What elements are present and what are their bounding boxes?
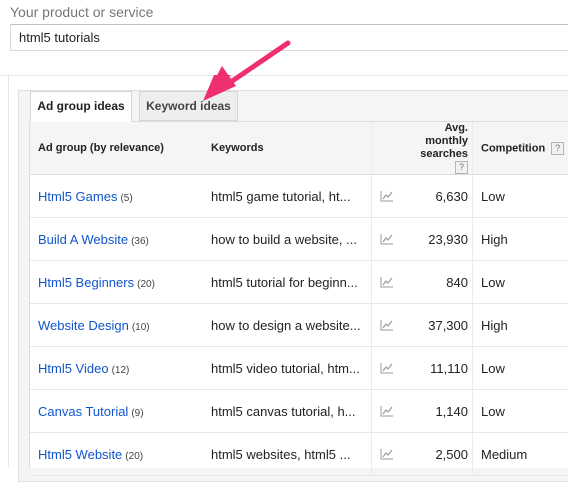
cell-trend[interactable] xyxy=(372,390,403,433)
cell-trend[interactable] xyxy=(372,347,403,390)
cell-avg-searches: 1,140 xyxy=(402,390,473,433)
help-icon[interactable]: ? xyxy=(551,142,564,155)
product-field-label: Your product or service xyxy=(10,4,153,20)
cell-trend[interactable] xyxy=(372,175,403,218)
cell-avg-searches: 2,500 xyxy=(402,433,473,476)
cell-keywords[interactable]: html5 websites, html5 ... xyxy=(203,433,372,476)
cell-avg-searches: 11,110 xyxy=(402,347,473,390)
keyword-count: (12) xyxy=(112,365,130,376)
cell-competition: High xyxy=(473,218,568,261)
cell-keywords[interactable]: html5 game tutorial, ht... xyxy=(203,175,372,218)
cell-avg-searches: 6,630 xyxy=(402,175,473,218)
cell-trend[interactable] xyxy=(372,433,403,476)
header-ad-group[interactable]: Ad group (by relevance) xyxy=(30,122,203,175)
header-ad-group-label: Ad group (by relevance) xyxy=(38,142,164,154)
cell-keywords[interactable]: html5 video tutorial, htm... xyxy=(203,347,372,390)
ad-group-link[interactable]: Build A Website xyxy=(38,232,128,247)
cell-ad-group: Website Design(10) xyxy=(30,304,203,347)
table-header-row: Ad group (by relevance) Keywords Avg. mo… xyxy=(30,122,568,175)
cell-keywords[interactable]: html5 canvas tutorial, h... xyxy=(203,390,372,433)
header-avg-line2: searches xyxy=(420,148,468,160)
ad-group-link[interactable]: Html5 Website xyxy=(38,447,122,462)
section-divider xyxy=(0,75,568,76)
table-row[interactable]: Website Design(10)how to design a websit… xyxy=(30,304,568,347)
header-keywords[interactable]: Keywords xyxy=(203,122,372,175)
table-row[interactable]: Html5 Beginners(20)html5 tutorial for be… xyxy=(30,261,568,304)
keyword-count: (20) xyxy=(125,451,143,462)
ad-group-link[interactable]: Html5 Beginners xyxy=(38,275,134,290)
table-row[interactable]: Html5 Games(5)html5 game tutorial, ht...… xyxy=(30,175,568,218)
header-competition-label: Competition xyxy=(481,142,545,154)
cell-trend[interactable] xyxy=(372,218,403,261)
table-row[interactable]: Canvas Tutorial(9)html5 canvas tutorial,… xyxy=(30,390,568,433)
cell-competition: Medium xyxy=(473,433,568,476)
ad-group-link[interactable]: Canvas Tutorial xyxy=(38,404,128,419)
cell-keywords[interactable]: html5 tutorial for beginn... xyxy=(203,261,372,304)
table-row[interactable]: Html5 Website(20)html5 websites, html5 .… xyxy=(30,433,568,476)
trend-chart-icon[interactable] xyxy=(380,233,394,245)
cell-ad-group: Html5 Beginners(20) xyxy=(30,261,203,304)
tab-keyword-ideas[interactable]: Keyword ideas xyxy=(139,91,238,121)
cell-avg-searches: 37,300 xyxy=(402,304,473,347)
trend-chart-icon[interactable] xyxy=(380,448,394,460)
header-avg-line1: Avg. monthly xyxy=(410,122,468,148)
product-search-input[interactable]: html5 tutorials xyxy=(10,24,568,51)
cell-competition: Low xyxy=(473,175,568,218)
trend-chart-icon[interactable] xyxy=(380,362,394,374)
cell-competition: Low xyxy=(473,390,568,433)
cell-keywords[interactable]: how to design a website... xyxy=(203,304,372,347)
help-icon[interactable]: ? xyxy=(455,161,468,174)
cell-keywords[interactable]: how to build a website, ... xyxy=(203,218,372,261)
cell-competition: Low xyxy=(473,261,568,304)
ad-group-link[interactable]: Website Design xyxy=(38,318,129,333)
ad-group-table: Ad group (by relevance) Keywords Avg. mo… xyxy=(29,121,568,468)
cell-avg-searches: 23,930 xyxy=(402,218,473,261)
cell-competition: Low xyxy=(473,347,568,390)
trend-chart-icon[interactable] xyxy=(380,190,394,202)
keyword-count: (10) xyxy=(132,322,150,333)
header-avg-monthly-searches[interactable]: Avg. monthly searches? xyxy=(402,122,473,175)
keyword-count: (36) xyxy=(131,236,149,247)
trend-chart-icon[interactable] xyxy=(380,276,394,288)
left-border-line xyxy=(8,76,9,467)
cell-avg-searches: 840 xyxy=(402,261,473,304)
header-keywords-label: Keywords xyxy=(211,142,264,154)
cell-ad-group: Html5 Website(20) xyxy=(30,433,203,476)
cell-ad-group: Html5 Video(12) xyxy=(30,347,203,390)
cell-ad-group: Build A Website(36) xyxy=(30,218,203,261)
trend-chart-icon[interactable] xyxy=(380,319,394,331)
cell-trend[interactable] xyxy=(372,261,403,304)
keyword-count: (9) xyxy=(131,408,143,419)
ad-group-link[interactable]: Html5 Games xyxy=(38,189,117,204)
cell-trend[interactable] xyxy=(372,304,403,347)
header-trend xyxy=(372,122,403,175)
ad-group-link[interactable]: Html5 Video xyxy=(38,361,109,376)
trend-chart-icon[interactable] xyxy=(380,405,394,417)
cell-competition: High xyxy=(473,304,568,347)
keyword-count: (20) xyxy=(137,279,155,290)
tab-ad-group-ideas[interactable]: Ad group ideas xyxy=(30,91,132,122)
header-competition[interactable]: Competition? xyxy=(473,122,568,175)
table-row[interactable]: Build A Website(36)how to build a websit… xyxy=(30,218,568,261)
cell-ad-group: Canvas Tutorial(9) xyxy=(30,390,203,433)
keyword-count: (5) xyxy=(120,193,132,204)
cell-ad-group: Html5 Games(5) xyxy=(30,175,203,218)
table-row[interactable]: Html5 Video(12)html5 video tutorial, htm… xyxy=(30,347,568,390)
